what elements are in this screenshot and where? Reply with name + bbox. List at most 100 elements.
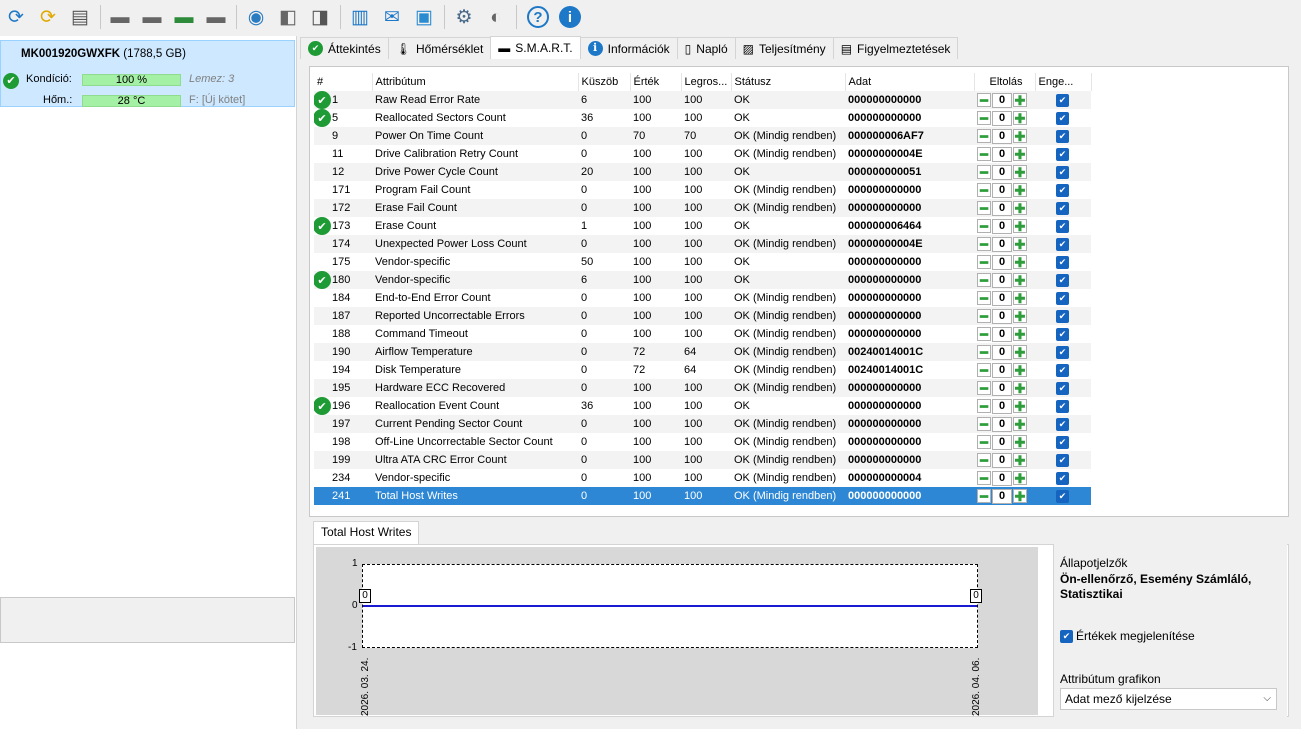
col-enable[interactable]: Enge... bbox=[1035, 73, 1092, 91]
offset-value[interactable]: 0 bbox=[992, 128, 1012, 144]
enable-checkbox[interactable]: ✔ bbox=[1056, 453, 1069, 467]
plus-icon[interactable]: ✚ bbox=[1013, 345, 1027, 359]
table-row[interactable]: 234 Vendor-specific 0 100 100 OK (Mindig rend… bbox=[314, 469, 1091, 487]
minus-icon[interactable]: ━ bbox=[977, 273, 991, 287]
plus-icon[interactable]: ✚ bbox=[1013, 255, 1027, 269]
disk-clock-icon[interactable]: ▬ bbox=[138, 3, 166, 31]
enable-checkbox[interactable]: ✔ bbox=[1056, 345, 1069, 359]
plus-icon[interactable]: ✚ bbox=[1013, 435, 1027, 449]
enable-checkbox[interactable]: ✔ bbox=[1056, 327, 1069, 341]
offset-value[interactable]: 0 bbox=[992, 92, 1012, 108]
enable-checkbox[interactable]: ✔ bbox=[1056, 111, 1069, 125]
graph-tab[interactable]: Total Host Writes bbox=[313, 521, 420, 544]
offset-value[interactable]: 0 bbox=[992, 110, 1012, 126]
plus-icon[interactable]: ✚ bbox=[1013, 165, 1027, 179]
table-row[interactable]: ✔ 5 Reallocated Sectors Count 36 100 100 OK 000… bbox=[314, 109, 1091, 127]
minus-icon[interactable]: ━ bbox=[977, 165, 991, 179]
plus-icon[interactable]: ✚ bbox=[1013, 183, 1027, 197]
disk-icon[interactable]: ▬ bbox=[106, 3, 134, 31]
offset-value[interactable]: 0 bbox=[992, 236, 1012, 252]
notes-icon[interactable]: ▥ bbox=[346, 3, 374, 31]
table-row[interactable]: 184 End-to-End Error Count 0 100 100 OK (Mind… bbox=[314, 289, 1091, 307]
plus-icon[interactable]: ✚ bbox=[1013, 129, 1027, 143]
table-row[interactable]: 188 Command Timeout 0 100 100 OK (Mindig rend… bbox=[314, 325, 1091, 343]
plus-icon[interactable]: ✚ bbox=[1013, 471, 1027, 485]
enable-checkbox[interactable]: ✔ bbox=[1056, 363, 1069, 377]
offset-value[interactable]: 0 bbox=[992, 326, 1012, 342]
plus-icon[interactable]: ✚ bbox=[1013, 489, 1027, 503]
table-row[interactable]: 197 Current Pending Sector Count 0 100 100 OK… bbox=[314, 415, 1091, 433]
tab-napló[interactable]: ▯ Napló bbox=[676, 37, 736, 59]
plus-icon[interactable]: ✚ bbox=[1013, 201, 1027, 215]
offset-value[interactable]: 0 bbox=[992, 218, 1012, 234]
globe-disk-icon[interactable]: ◉ bbox=[242, 3, 270, 31]
col-value[interactable]: Érték bbox=[630, 73, 682, 91]
offset-value[interactable]: 0 bbox=[992, 344, 1012, 360]
minus-icon[interactable]: ━ bbox=[977, 219, 991, 233]
enable-checkbox[interactable]: ✔ bbox=[1056, 471, 1069, 485]
table-row[interactable]: ✔ 173 Erase Count 1 100 100 OK 000000006464 ━ 0 ✚ ✔ bbox=[314, 217, 1091, 235]
minus-icon[interactable]: ━ bbox=[977, 345, 991, 359]
enable-checkbox[interactable]: ✔ bbox=[1056, 399, 1069, 413]
col-num[interactable]: # bbox=[314, 73, 373, 91]
offset-value[interactable]: 0 bbox=[992, 362, 1012, 378]
minus-icon[interactable]: ━ bbox=[977, 453, 991, 467]
enable-checkbox[interactable]: ✔ bbox=[1056, 183, 1069, 197]
offset-value[interactable]: 0 bbox=[992, 416, 1012, 432]
table-row[interactable]: ✔ 180 Vendor-specific 6 100 100 OK 000000000000… bbox=[314, 271, 1091, 289]
minus-icon[interactable]: ━ bbox=[977, 327, 991, 341]
plus-icon[interactable]: ✚ bbox=[1013, 111, 1027, 125]
table-row[interactable]: 187 Reported Uncorrectable Errors 0 100 100 O… bbox=[314, 307, 1091, 325]
minus-icon[interactable]: ━ bbox=[977, 129, 991, 143]
enable-checkbox[interactable]: ✔ bbox=[1056, 93, 1069, 107]
tab-teljesítmény[interactable]: ▨ Teljesítmény bbox=[734, 37, 834, 59]
table-row[interactable]: 241 Total Host Writes 0 100 100 OK (Mindig re… bbox=[314, 487, 1091, 505]
minus-icon[interactable]: ━ bbox=[977, 363, 991, 377]
enable-checkbox[interactable]: ✔ bbox=[1056, 291, 1069, 305]
plus-icon[interactable]: ✚ bbox=[1013, 237, 1027, 251]
offset-value[interactable]: 0 bbox=[992, 272, 1012, 288]
plus-icon[interactable]: ✚ bbox=[1013, 453, 1027, 467]
mail-icon[interactable]: ✉ bbox=[378, 3, 406, 31]
offset-value[interactable]: 0 bbox=[992, 164, 1012, 180]
tab-információk[interactable]: ℹ Információk bbox=[579, 37, 678, 59]
show-values-option[interactable]: ✔ Értékek megjelenítése bbox=[1060, 629, 1195, 643]
tab-áttekintés[interactable]: ✔ Áttekintés bbox=[300, 37, 389, 59]
minus-icon[interactable]: ━ bbox=[977, 201, 991, 215]
table-row[interactable]: 171 Program Fail Count 0 100 100 OK (Mindig r… bbox=[314, 181, 1091, 199]
enable-checkbox[interactable]: ✔ bbox=[1056, 381, 1069, 395]
table-row[interactable]: 190 Airflow Temperature 0 72 64 OK (Mindig re… bbox=[314, 343, 1091, 361]
offset-value[interactable]: 0 bbox=[992, 308, 1012, 324]
plus-icon[interactable]: ✚ bbox=[1013, 147, 1027, 161]
table-row[interactable]: 175 Vendor-specific 50 100 100 OK 000000000000… bbox=[314, 253, 1091, 271]
tab-hőmérséklet[interactable]: 🌡 Hőmérséklet bbox=[387, 37, 492, 59]
disk-check-icon[interactable]: ▬ bbox=[170, 3, 198, 31]
monitor-icon[interactable]: ▣ bbox=[410, 3, 438, 31]
minus-icon[interactable]: ━ bbox=[977, 309, 991, 323]
offset-value[interactable]: 0 bbox=[992, 182, 1012, 198]
col-threshold[interactable]: Küszöb bbox=[578, 73, 631, 91]
plus-icon[interactable]: ✚ bbox=[1013, 363, 1027, 377]
disk-list-icon[interactable]: ▤ bbox=[66, 3, 94, 31]
offset-value[interactable]: 0 bbox=[992, 452, 1012, 468]
disk-eject-icon[interactable]: ◨ bbox=[306, 3, 334, 31]
plus-icon[interactable]: ✚ bbox=[1013, 273, 1027, 287]
refresh-icon[interactable]: ⟳ bbox=[2, 3, 30, 31]
enable-checkbox[interactable]: ✔ bbox=[1056, 309, 1069, 323]
help-icon[interactable]: ? bbox=[527, 6, 549, 28]
plus-icon[interactable]: ✚ bbox=[1013, 417, 1027, 431]
offset-value[interactable]: 0 bbox=[992, 380, 1012, 396]
col-data[interactable]: Adat bbox=[845, 73, 975, 91]
minus-icon[interactable]: ━ bbox=[977, 93, 991, 107]
table-row[interactable]: 194 Disk Temperature 0 72 64 OK (Mindig rendb… bbox=[314, 361, 1091, 379]
enable-checkbox[interactable]: ✔ bbox=[1056, 273, 1069, 287]
offset-value[interactable]: 0 bbox=[992, 290, 1012, 306]
disk-search-icon[interactable]: ▬ bbox=[202, 3, 230, 31]
plus-icon[interactable]: ✚ bbox=[1013, 399, 1027, 413]
enable-checkbox[interactable]: ✔ bbox=[1056, 417, 1069, 431]
minus-icon[interactable]: ━ bbox=[977, 291, 991, 305]
minus-icon[interactable]: ━ bbox=[977, 255, 991, 269]
refresh-warning-icon[interactable]: ⟳ bbox=[34, 3, 62, 31]
offset-value[interactable]: 0 bbox=[992, 146, 1012, 162]
plus-icon[interactable]: ✚ bbox=[1013, 219, 1027, 233]
